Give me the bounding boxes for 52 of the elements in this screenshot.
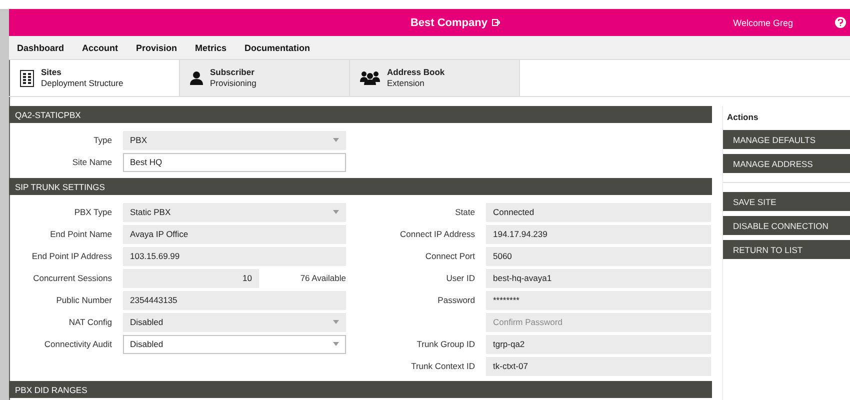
action-button[interactable]: DISABLE CONNECTION — [723, 216, 850, 235]
logout-icon — [492, 19, 500, 26]
dropdown[interactable]: Disabled — [123, 334, 346, 354]
field-label: Public Number — [55, 295, 113, 305]
menu-item[interactable]: Documentation — [244, 42, 310, 52]
field-label: User ID — [445, 273, 476, 283]
action-button[interactable]: SAVE SITE — [723, 192, 850, 211]
field-label: End Point IP Address — [30, 251, 113, 261]
section-header: QA2-STATICPBX — [9, 106, 712, 123]
field-label: End Point Name — [49, 229, 113, 239]
field-label: Connectivity Audit — [43, 339, 113, 349]
tab-title: Subscriber — [210, 67, 256, 78]
caret-icon — [333, 138, 339, 142]
caret-icon — [333, 210, 339, 214]
menu-item[interactable]: Account — [82, 42, 118, 52]
field-label: Password — [436, 295, 476, 305]
field-label: Connect Port — [424, 251, 476, 261]
tab-title: Address Book — [387, 67, 445, 78]
field-label: Trunk Context ID — [410, 361, 476, 371]
field-label: NAT Config — [68, 317, 113, 327]
caret-icon — [333, 342, 339, 346]
field-label: Site Name — [71, 157, 113, 167]
field-label: State — [454, 207, 476, 217]
welcome-text: Welcome Greg — [733, 18, 793, 28]
field-label: Connect IP Address — [399, 229, 476, 239]
tab-subtitle: Extension — [387, 78, 426, 89]
field-label: Type — [92, 135, 113, 145]
menu-item[interactable]: Provision — [136, 42, 178, 52]
field-label: Concurrent Sessions — [32, 273, 113, 283]
tab-title: Sites — [41, 67, 62, 78]
tab-subtitle: Provisioning — [210, 78, 256, 89]
section-header: SIP TRUNK SETTINGS — [9, 178, 712, 195]
action-button[interactable]: MANAGE DEFAULTS — [723, 130, 850, 149]
input-field[interactable]: Best HQ — [123, 152, 346, 172]
field-label: Trunk Group ID — [416, 339, 476, 349]
action-button[interactable]: RETURN TO LIST — [723, 240, 850, 259]
tab[interactable]: Subscriber Provisioning — [180, 60, 350, 96]
caret-icon — [333, 320, 339, 324]
available-count: 76 Available — [299, 273, 346, 283]
tab[interactable]: Address Book Extension — [350, 60, 520, 96]
help-icon[interactable] — [835, 17, 846, 28]
person-icon — [190, 71, 203, 85]
menu-item[interactable]: Metrics — [195, 42, 227, 52]
menu-item[interactable]: Dashboard — [17, 42, 64, 52]
action-button[interactable]: MANAGE ADDRESS — [723, 154, 850, 173]
tab-subtitle: Deployment Structure — [41, 78, 124, 89]
building-icon — [20, 70, 34, 86]
section-header: PBX DID RANGES — [9, 381, 712, 398]
people-icon — [360, 71, 380, 85]
actions-title: Actions — [727, 112, 760, 122]
company-name: Best Company — [410, 16, 500, 28]
field-label: PBX Type — [73, 207, 113, 217]
